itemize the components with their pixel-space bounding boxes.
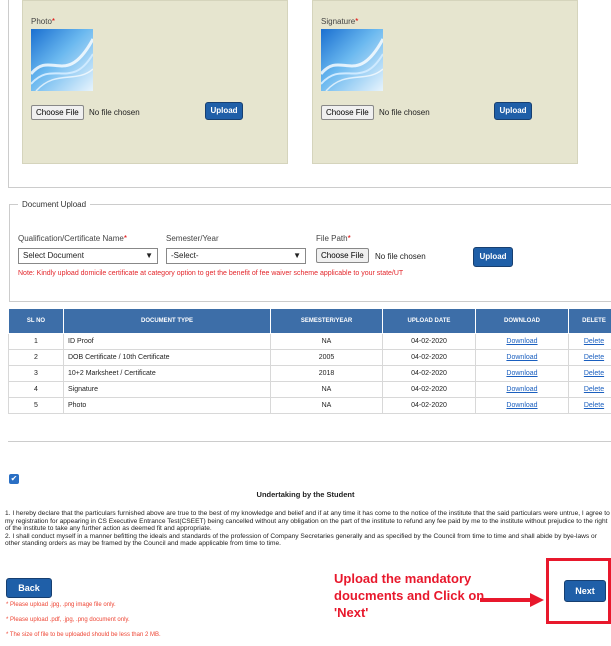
cell-sl-no: 1 (8, 333, 64, 350)
signature-label: Signature* (321, 17, 359, 26)
cell-upload-date: 04-02-2020 (382, 381, 476, 398)
table-header-row: SL NO DOCUMENT TYPE SEMESTER/YEAR UPLOAD… (8, 308, 611, 334)
photo-label: Photo* (31, 17, 56, 26)
download-link[interactable]: Download (506, 386, 537, 393)
table-row: 2 DOB Certificate / 10th Certificate 200… (8, 349, 611, 366)
cell-sl-no: 5 (8, 397, 64, 414)
photo-no-file-text: No file chosen (89, 108, 140, 117)
check-icon: ✔ (10, 474, 18, 483)
cell-semester-year: 2018 (270, 365, 383, 382)
document-upload-legend: Document Upload (22, 200, 87, 209)
semester-selected-value: -Select- (171, 251, 199, 260)
table-row: 4 Signature NA 04-02-2020 Download Delet… (8, 381, 611, 398)
header-document-type: DOCUMENT TYPE (63, 308, 271, 334)
signature-no-file-text: No file chosen (379, 108, 430, 117)
delete-link[interactable]: Delete (584, 386, 604, 393)
qualification-label: Qualification/Certificate Name* (18, 234, 127, 243)
semester-label: Semester/Year (166, 234, 219, 243)
delete-link[interactable]: Delete (584, 402, 604, 409)
callout-line-2: doucments and Click on (334, 588, 485, 603)
delete-link[interactable]: Delete (584, 338, 604, 345)
callout-line-1: Upload the mandatory (334, 571, 472, 586)
cell-document-type: 10+2 Marksheet / Certificate (63, 365, 271, 382)
file-type-note-document: * Please upload .pdf, .jpg, .png documen… (6, 617, 130, 623)
file-type-note-image: * Please upload .jpg, .png image file on… (6, 602, 116, 608)
dropdown-arrow-icon: ▼ (145, 251, 153, 260)
semester-select[interactable]: -Select- ▼ (166, 248, 306, 264)
download-link[interactable]: Download (506, 338, 537, 345)
qualification-select[interactable]: Select Document ▼ (18, 248, 158, 264)
header-download: DOWNLOAD (475, 308, 569, 334)
document-choose-file-button[interactable]: Choose File (316, 248, 369, 263)
cell-sl-no: 4 (8, 381, 64, 398)
header-sl-no: SL NO (8, 308, 64, 334)
declaration-paragraph-2: 2. I shall conduct myself in a manner be… (5, 532, 597, 548)
cell-semester-year: 2005 (270, 349, 383, 366)
file-path-label: File Path* (316, 234, 351, 243)
undertaking-title: Undertaking by the Student (256, 490, 355, 499)
header-upload-date: UPLOAD DATE (382, 308, 476, 334)
download-link[interactable]: Download (506, 354, 537, 361)
cell-document-type: DOB Certificate / 10th Certificate (63, 349, 271, 366)
photo-choose-file-button[interactable]: Choose File (31, 105, 84, 120)
file-size-note: * The size of file to be uploaded should… (6, 632, 161, 638)
cell-semester-year: NA (270, 333, 383, 350)
document-upload-button[interactable]: Upload (473, 247, 513, 267)
download-link[interactable]: Download (506, 370, 537, 377)
photo-preview-image (31, 29, 93, 91)
cell-upload-date: 04-02-2020 (382, 349, 476, 366)
callout-arrow-icon (480, 593, 544, 607)
document-no-file-text: No file chosen (375, 252, 426, 261)
dropdown-arrow-icon: ▼ (293, 251, 301, 260)
cell-upload-date: 04-02-2020 (382, 397, 476, 414)
callout-text: Upload the mandatory doucments and Click… (334, 570, 484, 621)
cell-document-type: ID Proof (63, 333, 271, 350)
cell-upload-date: 04-02-2020 (382, 365, 476, 382)
delete-link[interactable]: Delete (584, 370, 604, 377)
declaration-paragraph-1: 1. I hereby declare that the particulars… (5, 510, 610, 532)
callout-line-3: 'Next' (334, 605, 369, 620)
cell-upload-date: 04-02-2020 (382, 333, 476, 350)
undertaking-checkbox[interactable]: ✔ (9, 474, 19, 484)
download-link[interactable]: Download (506, 402, 537, 409)
back-button[interactable]: Back (6, 578, 52, 598)
domicile-note: Note: Kindly upload domicile certificate… (18, 270, 404, 277)
divider (8, 441, 611, 442)
cell-sl-no: 2 (8, 349, 64, 366)
header-delete: DELETE (568, 308, 611, 334)
photo-upload-button[interactable]: Upload (205, 102, 243, 120)
signature-choose-file-button[interactable]: Choose File (321, 105, 374, 120)
cell-document-type: Photo (63, 397, 271, 414)
uploaded-documents-table: SL NO DOCUMENT TYPE SEMESTER/YEAR UPLOAD… (8, 308, 611, 414)
signature-preview-image (321, 29, 383, 91)
cell-semester-year: NA (270, 381, 383, 398)
qualification-selected-value: Select Document (23, 251, 84, 260)
table-row: 5 Photo NA 04-02-2020 Download Delete (8, 397, 611, 414)
cell-semester-year: NA (270, 397, 383, 414)
header-semester-year: SEMESTER/YEAR (270, 308, 383, 334)
signature-panel: Signature* Choose File No file chosen Up… (312, 0, 578, 164)
cell-document-type: Signature (63, 381, 271, 398)
table-row: 1 ID Proof NA 04-02-2020 Download Delete (8, 333, 611, 350)
undertaking-text: 1. I hereby declare that the particulars… (5, 510, 611, 548)
delete-link[interactable]: Delete (584, 354, 604, 361)
table-row: 3 10+2 Marksheet / Certificate 2018 04-0… (8, 365, 611, 382)
cell-sl-no: 3 (8, 365, 64, 382)
signature-upload-button[interactable]: Upload (494, 102, 532, 120)
next-button[interactable]: Next (564, 580, 606, 602)
photo-panel: Photo* Choose File No file chosen Upload (22, 0, 288, 164)
